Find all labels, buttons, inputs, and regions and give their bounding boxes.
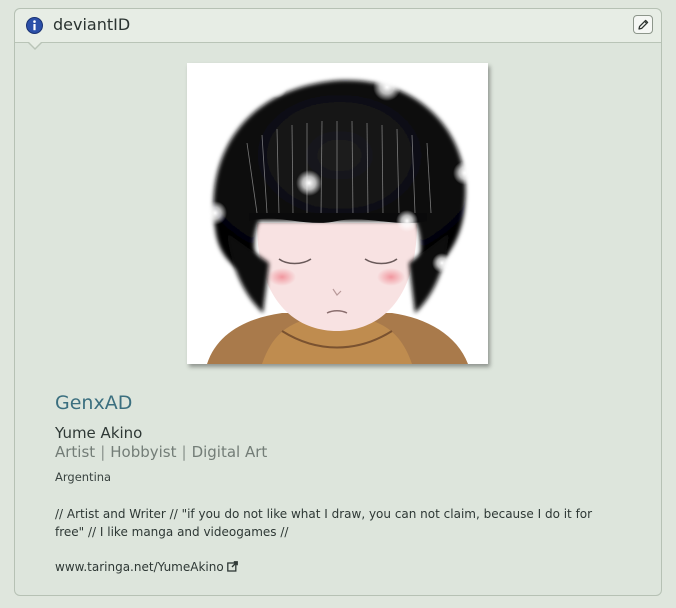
- header-pointer: [27, 41, 43, 50]
- external-link-icon: [226, 561, 238, 572]
- deviantid-widget: deviantID GenxAD Yume Akino Artist | Hob…: [14, 8, 662, 596]
- website-link-text: www.taringa.net/YumeAkino: [55, 560, 224, 574]
- role-digital-art: Digital Art: [191, 443, 268, 461]
- role-hobbyist: Hobbyist: [110, 443, 177, 461]
- avatar[interactable]: [187, 63, 488, 364]
- real-name: Yume Akino: [55, 424, 143, 442]
- info-icon: [26, 17, 43, 34]
- website-link[interactable]: www.taringa.net/YumeAkino: [55, 560, 238, 574]
- role-separator: |: [100, 443, 106, 461]
- bio-text: // Artist and Writer // "if you do not l…: [55, 507, 593, 539]
- roles: Artist | Hobbyist | Digital Art: [55, 443, 267, 461]
- edit-button[interactable]: [633, 15, 653, 34]
- pencil-icon: [638, 19, 649, 30]
- username[interactable]: GenxAD: [55, 392, 132, 414]
- widget-header: deviantID: [15, 9, 661, 43]
- role-artist: Artist: [55, 443, 96, 461]
- country: Argentina: [55, 470, 112, 484]
- avatar-image: [187, 63, 488, 364]
- widget-title: deviantID: [53, 15, 131, 34]
- role-separator: |: [181, 443, 187, 461]
